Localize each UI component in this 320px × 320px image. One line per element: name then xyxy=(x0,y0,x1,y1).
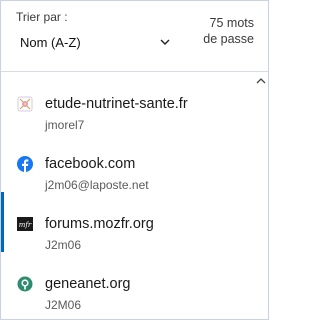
login-username: jmorel7 xyxy=(45,118,85,132)
svg-text:mfr: mfr xyxy=(19,221,32,229)
scroll-up-arrow-icon[interactable] xyxy=(256,76,266,86)
mozfr-icon: mfr xyxy=(17,217,33,231)
login-site: facebook.com xyxy=(45,156,136,172)
list-header: Trier par : Nom (A-Z) 75 mots de passe xyxy=(1,1,268,72)
login-username: J2M06 xyxy=(45,298,82,312)
sort-label: Trier par : xyxy=(16,10,68,24)
password-count: 75 mots de passe xyxy=(184,15,254,47)
login-site: etude-nutrinet-sante.fr xyxy=(45,96,188,112)
sort-dropdown[interactable]: Nom (A-Z) xyxy=(13,29,183,55)
login-item-facebook[interactable]: facebook.com j2m06@laposte.net xyxy=(1,132,253,192)
login-item-geneanet[interactable]: geneanet.org J2M06 xyxy=(1,252,253,312)
login-username: J2m06 xyxy=(45,238,82,252)
geneanet-icon xyxy=(17,276,33,292)
password-count-label: de passe xyxy=(203,32,254,46)
login-item-nutrinet[interactable]: etude-nutrinet-sante.fr jmorel7 xyxy=(1,72,253,132)
password-list-panel: Trier par : Nom (A-Z) 75 mots de passe e… xyxy=(0,0,269,320)
selection-indicator xyxy=(1,192,4,252)
password-count-number: 75 mots xyxy=(209,16,254,30)
login-site: geneanet.org xyxy=(45,276,131,292)
facebook-icon xyxy=(17,156,33,172)
list-scrollbar[interactable] xyxy=(254,72,268,319)
nutrinet-favicon-icon xyxy=(17,96,33,112)
login-item-mozfr[interactable]: mfr forums.mozfr.org J2m06 xyxy=(1,192,253,252)
login-list: etude-nutrinet-sante.fr jmorel7 facebook… xyxy=(1,72,253,319)
login-username: j2m06@laposte.net xyxy=(45,178,149,192)
login-site: forums.mozfr.org xyxy=(45,216,154,232)
sort-selected-value: Nom (A-Z) xyxy=(20,35,81,50)
chevron-down-icon xyxy=(160,39,170,45)
